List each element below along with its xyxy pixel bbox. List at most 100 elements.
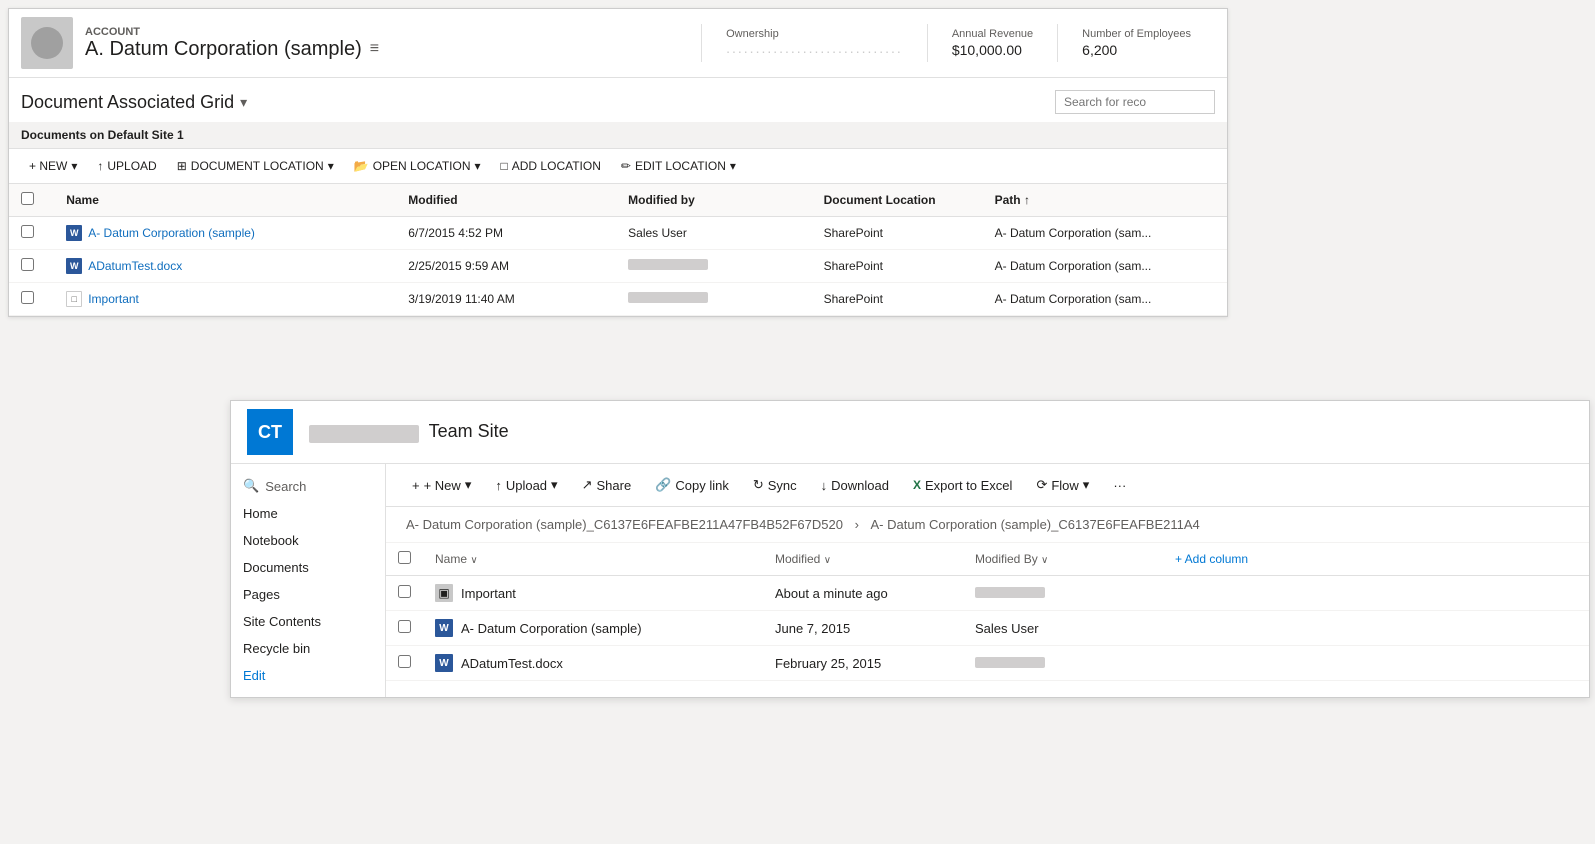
edit-location-button[interactable]: ✏ EDIT LOCATION ▾ — [613, 155, 744, 177]
sp-row-checkbox[interactable] — [398, 620, 411, 633]
sp-new-icon: + — [412, 478, 420, 493]
sp-col-header-modified-by[interactable]: Modified By ∨ — [963, 543, 1163, 576]
col-header-modified[interactable]: Modified — [396, 184, 616, 217]
sp-download-button[interactable]: ↓ Download — [811, 473, 899, 498]
sp-nav-search[interactable]: 🔍 Search — [231, 472, 385, 500]
dag-chevron-icon[interactable]: ▾ — [240, 94, 247, 111]
sp-row-checkbox[interactable] — [398, 655, 411, 668]
sp-sync-label: Sync — [768, 478, 797, 493]
row-checkbox[interactable] — [21, 258, 34, 271]
sp-export-icon: X — [913, 478, 921, 492]
sidebar-item-edit[interactable]: Edit — [231, 662, 385, 689]
row-checkbox[interactable] — [21, 291, 34, 304]
file-link[interactable]: W ADatumTest.docx — [66, 258, 384, 274]
row-doc-location-cell: SharePoint — [812, 283, 983, 316]
sidebar-item-site-contents[interactable]: Site Contents — [231, 608, 385, 635]
sidebar-item-documents[interactable]: Documents — [231, 554, 385, 581]
sp-row-modified-by-cell — [963, 576, 1163, 611]
breadcrumb-part1: A- Datum Corporation (sample)_C6137E6FEA… — [406, 517, 843, 532]
sp-col-header-add-col[interactable]: + Add column — [1163, 543, 1589, 576]
document-location-button[interactable]: ⊞ DOCUMENT LOCATION ▾ — [169, 155, 342, 177]
sp-site-suffix: Team Site — [429, 421, 509, 441]
hamburger-icon[interactable]: ≡ — [370, 40, 379, 58]
document-table: Name Modified Modified by Document Locat… — [9, 184, 1227, 316]
sp-col-header-name[interactable]: Name ∨ — [423, 543, 763, 576]
sp-sync-button[interactable]: ↻ Sync — [743, 472, 807, 498]
table-row: W A- Datum Corporation (sample) 6/7/2015… — [9, 217, 1227, 250]
select-all-checkbox[interactable] — [21, 192, 34, 205]
sp-new-button[interactable]: + + New ▾ — [402, 472, 481, 498]
sidebar-item-pages[interactable]: Pages — [231, 581, 385, 608]
col-header-modified-by[interactable]: Modified by — [616, 184, 811, 217]
open-location-icon: 📂 — [354, 159, 369, 173]
sp-download-icon: ↓ — [821, 478, 828, 493]
col-header-check — [9, 184, 54, 217]
sp-export-label: Export to Excel — [925, 478, 1012, 493]
sp-more-label: ··· — [1113, 478, 1126, 493]
sp-share-label: Share — [596, 478, 631, 493]
col-header-path[interactable]: Path ↑ — [983, 184, 1227, 217]
sp-name-sort-icon: ∨ — [470, 555, 477, 566]
breadcrumb-part2: A- Datum Corporation (sample)_C6137E6FEA… — [871, 517, 1200, 532]
account-name: A. Datum Corporation (sample) ≡ — [85, 38, 701, 61]
sp-upload-button[interactable]: ↑ Upload ▾ — [485, 472, 567, 498]
sp-col-header-modified[interactable]: Modified ∨ — [763, 543, 963, 576]
sp-toolbar: + + New ▾ ↑ Upload ▾ ↗ Share 🔗 Copy link — [386, 464, 1589, 507]
document-location-label: DOCUMENT LOCATION — [191, 159, 324, 173]
sp-folder-icon: ▣ — [435, 584, 453, 602]
open-location-button[interactable]: 📂 OPEN LOCATION ▾ — [346, 155, 489, 177]
list-item: W A- Datum Corporation (sample) June 7, … — [386, 611, 1589, 646]
file-link[interactable]: W A- Datum Corporation (sample) — [66, 225, 384, 241]
row-modified-cell: 6/7/2015 4:52 PM — [396, 217, 616, 250]
sidebar-item-recycle-bin[interactable]: Recycle bin — [231, 635, 385, 662]
new-button[interactable]: + NEW ▾ — [21, 155, 85, 177]
sp-logo: CT — [247, 409, 293, 455]
blurred-user — [628, 292, 708, 303]
sp-copy-link-icon: 🔗 — [655, 477, 671, 493]
list-item: W ADatumTest.docx February 25, 2015 — [386, 646, 1589, 681]
open-location-label: OPEN LOCATION — [373, 159, 471, 173]
col-header-doc-location[interactable]: Document Location — [812, 184, 983, 217]
docs-bar-label: Documents on Default Site 1 — [21, 128, 184, 142]
row-checkbox[interactable] — [21, 225, 34, 238]
sp-flow-chevron-icon: ▾ — [1083, 477, 1090, 493]
file-icon: □ — [66, 291, 82, 307]
sp-flow-button[interactable]: ⟳ Flow ▾ — [1026, 472, 1099, 498]
docs-bar: Documents on Default Site 1 — [9, 122, 1227, 149]
sp-export-button[interactable]: X Export to Excel — [903, 473, 1022, 498]
dag-search-input[interactable] — [1055, 90, 1215, 114]
add-location-icon: □ — [501, 159, 508, 173]
stat-employees: Number of Employees 6,200 — [1057, 24, 1215, 62]
stat-ownership-value: .............................. — [726, 40, 903, 56]
row-path-cell: A- Datum Corporation (sam... — [983, 217, 1227, 250]
col-header-name[interactable]: Name — [54, 184, 396, 217]
upload-button[interactable]: ↑ UPLOAD — [89, 155, 164, 177]
sp-copy-link-button[interactable]: 🔗 Copy link — [645, 472, 739, 498]
sp-select-all-checkbox[interactable] — [398, 551, 411, 564]
row-modified-by-cell — [616, 250, 811, 283]
sp-row-name-cell: W ADatumTest.docx — [423, 646, 763, 681]
sp-file-link[interactable]: W ADatumTest.docx — [435, 654, 751, 672]
sp-more-button[interactable]: ··· — [1103, 473, 1136, 498]
sp-row-checkbox[interactable] — [398, 585, 411, 598]
sp-modified-sort-icon: ∨ — [824, 555, 831, 566]
sp-content: + + New ▾ ↑ Upload ▾ ↗ Share 🔗 Copy link — [386, 464, 1589, 697]
sidebar-item-notebook[interactable]: Notebook — [231, 527, 385, 554]
sp-flow-icon: ⟳ — [1036, 477, 1047, 493]
sp-main: 🔍 Search Home Notebook Documents Pages S… — [231, 464, 1589, 697]
sp-share-button[interactable]: ↗ Share — [572, 472, 642, 498]
sp-new-chevron-icon: ▾ — [465, 477, 472, 493]
sidebar-item-home[interactable]: Home — [231, 500, 385, 527]
row-check-cell — [9, 217, 54, 250]
sp-file-link[interactable]: W A- Datum Corporation (sample) — [435, 619, 751, 637]
sp-row-check-cell — [386, 611, 423, 646]
add-location-button[interactable]: □ ADD LOCATION — [493, 155, 609, 177]
account-stats: Ownership ..............................… — [701, 24, 1215, 62]
list-item: ▣ Important About a minute ago — [386, 576, 1589, 611]
row-modified-cell: 2/25/2015 9:59 AM — [396, 250, 616, 283]
sp-site-blurred-name — [309, 425, 419, 443]
file-link[interactable]: □ Important — [66, 291, 384, 307]
row-path-cell: A- Datum Corporation (sam... — [983, 283, 1227, 316]
edit-location-label: EDIT LOCATION — [635, 159, 726, 173]
sp-file-link[interactable]: ▣ Important — [435, 584, 751, 602]
